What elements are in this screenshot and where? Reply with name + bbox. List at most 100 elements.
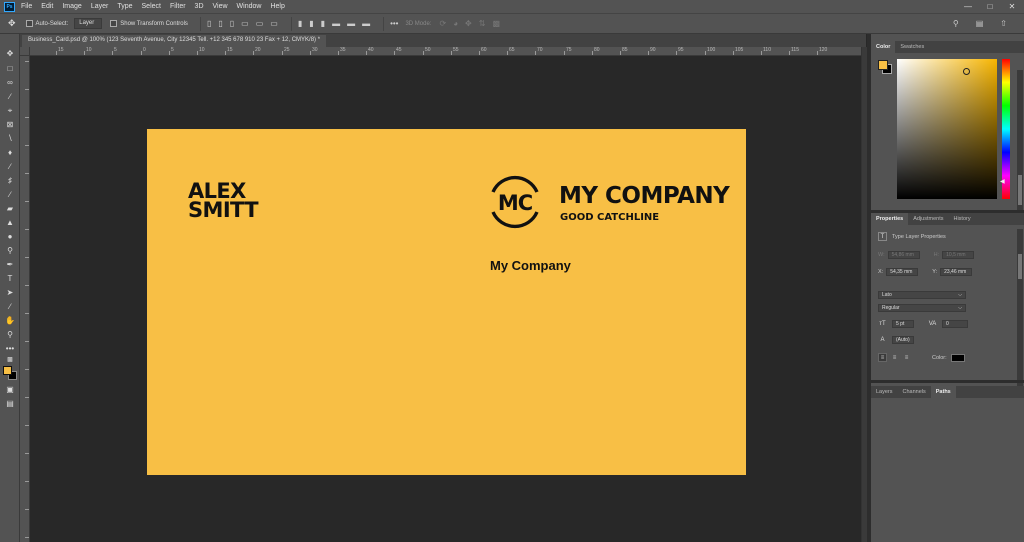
default-colors-icon[interactable]: ▩ bbox=[4, 354, 16, 366]
auto-select-dropdown[interactable]: Layer bbox=[74, 18, 103, 29]
ruler-origin[interactable] bbox=[20, 47, 30, 56]
lasso-tool-icon[interactable]: ∞ bbox=[4, 77, 16, 89]
zoom-tool-icon[interactable]: ⚲ bbox=[4, 329, 16, 341]
search-icon[interactable]: ⚲ bbox=[953, 19, 959, 28]
history-brush-tool-icon[interactable]: ∕ bbox=[4, 189, 16, 201]
distribute-right-icon[interactable]: ▮ bbox=[321, 19, 325, 28]
align-left-icon[interactable]: ▯ bbox=[207, 19, 211, 28]
tab-history[interactable]: History bbox=[948, 213, 975, 225]
leading-field[interactable]: (Auto) bbox=[892, 335, 914, 344]
align-center-icon[interactable]: ▯ bbox=[218, 19, 222, 28]
maximize-icon[interactable]: □ bbox=[986, 2, 994, 11]
eyedropper-tool-icon[interactable]: ∖ bbox=[4, 133, 16, 145]
person-name[interactable]: ALEX SMITT bbox=[188, 181, 259, 221]
font-family-dropdown[interactable]: Lato ⌵ bbox=[878, 291, 966, 299]
quick-mask-icon[interactable]: ▣ bbox=[4, 384, 16, 396]
paint-bucket-tool-icon[interactable]: ▲ bbox=[4, 217, 16, 229]
workspace-icon[interactable]: ▤ bbox=[976, 19, 984, 28]
menu-image[interactable]: Image bbox=[62, 3, 81, 10]
color-panel-scrollbar[interactable] bbox=[1017, 70, 1023, 210]
company-name-text[interactable]: My Company bbox=[490, 258, 571, 273]
vertical-ruler[interactable] bbox=[20, 47, 30, 542]
auto-select-checkbox[interactable] bbox=[25, 20, 33, 27]
align-top-icon[interactable]: ▭ bbox=[241, 19, 249, 28]
x-field[interactable]: 54,35 mm bbox=[886, 268, 919, 276]
blur-tool-icon[interactable]: ● bbox=[4, 231, 16, 243]
menu-file[interactable]: File bbox=[21, 3, 32, 10]
menu-window[interactable]: Window bbox=[237, 3, 262, 10]
tab-color[interactable]: Color bbox=[871, 41, 896, 53]
tab-channels[interactable]: Channels bbox=[898, 386, 931, 398]
healing-brush-tool-icon[interactable]: ♦ bbox=[4, 147, 16, 159]
share-icon[interactable]: ⇧ bbox=[1000, 19, 1007, 28]
distribute-left-icon[interactable]: ▮ bbox=[298, 19, 302, 28]
align-left-text-icon[interactable]: ≡ bbox=[878, 353, 887, 362]
3d-scale-icon[interactable]: ▩ bbox=[492, 19, 500, 28]
quick-select-tool-icon[interactable]: ∕ bbox=[4, 91, 16, 103]
hand-tool-icon[interactable]: ✋ bbox=[4, 315, 16, 327]
3d-roll-icon[interactable]: ◕ bbox=[453, 19, 458, 28]
tab-adjustments[interactable]: Adjustments bbox=[908, 213, 948, 225]
line-tool-icon[interactable]: ∕ bbox=[4, 301, 16, 313]
color-picker-field[interactable] bbox=[897, 59, 997, 199]
company-title[interactable]: MY COMPANY bbox=[559, 183, 730, 209]
dodge-tool-icon[interactable]: ⚲ bbox=[4, 245, 16, 257]
align-center-text-icon[interactable]: ≡ bbox=[890, 353, 899, 362]
company-catchline[interactable]: GOOD CATCHLINE bbox=[560, 212, 659, 223]
path-select-tool-icon[interactable]: ➤ bbox=[4, 287, 16, 299]
tracking-field[interactable]: 0 bbox=[942, 319, 968, 328]
close-icon[interactable]: ✕ bbox=[1008, 2, 1016, 11]
align-right-text-icon[interactable]: ≡ bbox=[902, 353, 911, 362]
align-bottom-icon[interactable]: ▭ bbox=[270, 19, 278, 28]
marquee-tool-icon[interactable]: □ bbox=[4, 63, 16, 75]
tab-paths[interactable]: Paths bbox=[930, 386, 956, 398]
foreground-color-chip[interactable] bbox=[878, 60, 888, 70]
type-tool-icon[interactable]: T bbox=[4, 273, 16, 285]
document-tab[interactable]: Business_Card.psd @ 100% (123 Seventh Av… bbox=[22, 35, 327, 47]
3d-slide-icon[interactable]: ⇅ bbox=[479, 19, 486, 28]
menu-filter[interactable]: Filter bbox=[170, 3, 186, 10]
horizontal-ruler[interactable]: 15 10 5 0 5 10 15 20 25 30 35 40 45 50 55 60 65 70 75 80 85 9… bbox=[30, 47, 866, 56]
align-middle-icon[interactable]: ▭ bbox=[256, 19, 264, 28]
more-options-icon[interactable]: ••• bbox=[390, 19, 398, 28]
menu-view[interactable]: View bbox=[213, 3, 228, 10]
distribute-center-icon[interactable]: ▮ bbox=[309, 19, 313, 28]
show-transform-checkbox[interactable] bbox=[110, 20, 118, 27]
crop-tool-icon[interactable]: ⌖ bbox=[4, 105, 16, 117]
menu-type[interactable]: Type bbox=[117, 3, 132, 10]
business-card[interactable]: ALEX SMITT MC MY COMPANY GOOD CATCHLINE … bbox=[147, 129, 746, 475]
move-tool-icon[interactable]: ✥ bbox=[8, 18, 16, 29]
eraser-tool-icon[interactable]: ▰ bbox=[4, 203, 16, 215]
company-logo[interactable]: MC bbox=[487, 172, 543, 232]
minimize-icon[interactable]: — bbox=[964, 2, 972, 11]
tab-properties[interactable]: Properties bbox=[871, 213, 909, 225]
3d-pan-icon[interactable]: ✥ bbox=[465, 19, 472, 28]
text-color-swatch[interactable] bbox=[950, 353, 965, 362]
distribute-bottom-icon[interactable]: ▬ bbox=[362, 19, 370, 28]
width-field[interactable]: 54,86 mm bbox=[887, 251, 920, 259]
tab-layers[interactable]: Layers bbox=[871, 386, 898, 398]
foreground-color-swatch[interactable] bbox=[3, 366, 12, 375]
brush-tool-icon[interactable]: ∕ bbox=[4, 161, 16, 173]
properties-panel-scrollbar[interactable] bbox=[1017, 229, 1023, 389]
distribute-middle-icon[interactable]: ▬ bbox=[347, 19, 355, 28]
font-size-field[interactable]: 5 pt bbox=[892, 319, 914, 328]
color-picker-cursor[interactable] bbox=[963, 68, 970, 75]
move-tool-icon[interactable]: ✥ bbox=[4, 48, 16, 60]
frame-tool-icon[interactable]: ⊠ bbox=[4, 119, 16, 131]
height-field[interactable]: 10,5 mm bbox=[942, 251, 975, 259]
menu-select[interactable]: Select bbox=[142, 3, 161, 10]
y-field[interactable]: 23,46 mm bbox=[940, 268, 973, 276]
tab-swatches[interactable]: Swatches bbox=[895, 41, 929, 53]
pen-tool-icon[interactable]: ✒ bbox=[4, 259, 16, 271]
3d-orbit-icon[interactable]: ⟳ bbox=[439, 19, 446, 28]
clone-stamp-tool-icon[interactable]: ♯ bbox=[4, 175, 16, 187]
menu-edit[interactable]: Edit bbox=[41, 3, 53, 10]
screen-mode-icon[interactable]: ▤ bbox=[4, 398, 16, 410]
menu-3d[interactable]: 3D bbox=[195, 3, 204, 10]
menu-layer[interactable]: Layer bbox=[91, 3, 109, 10]
font-style-dropdown[interactable]: Regular ⌵ bbox=[878, 304, 966, 312]
distribute-top-icon[interactable]: ▬ bbox=[332, 19, 340, 28]
menu-help[interactable]: Help bbox=[270, 3, 284, 10]
hue-slider-handle[interactable]: ◀ bbox=[1000, 178, 1005, 185]
